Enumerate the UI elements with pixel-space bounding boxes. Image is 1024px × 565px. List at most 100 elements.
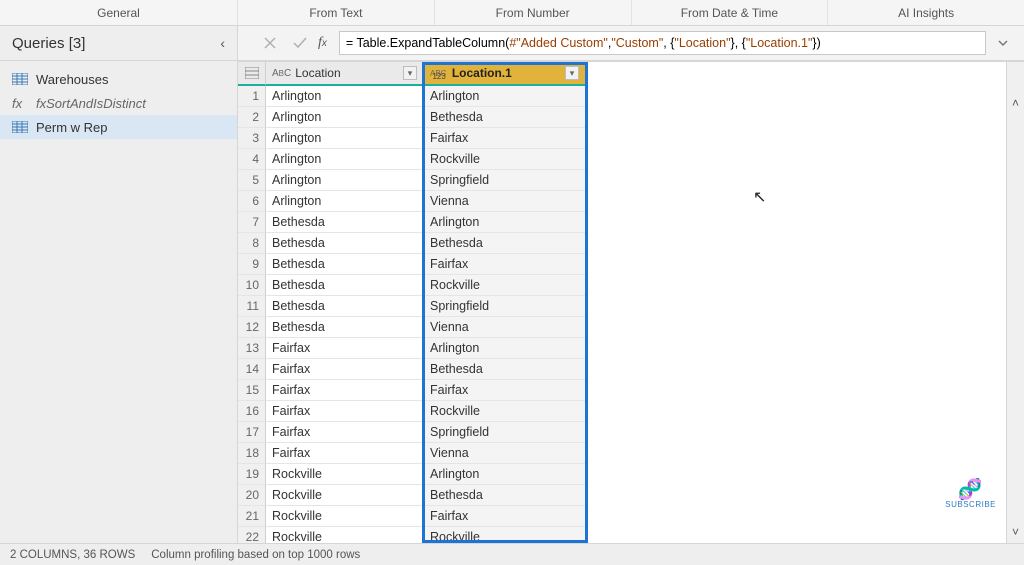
cell-location[interactable]: Fairfax: [266, 422, 424, 443]
ribbon-group-general[interactable]: General: [0, 0, 238, 25]
cell-location[interactable]: Bethesda: [266, 233, 424, 254]
cell-location1[interactable]: Bethesda: [424, 107, 586, 128]
cell-location[interactable]: Bethesda: [266, 212, 424, 233]
cell-location1[interactable]: Springfield: [424, 170, 586, 191]
ribbon-group-from-text[interactable]: From Text: [238, 0, 435, 25]
row-number[interactable]: 17: [238, 422, 266, 443]
row-number[interactable]: 20: [238, 485, 266, 506]
formula-input[interactable]: = Table.ExpandTableColumn( #"Added Custo…: [339, 31, 986, 55]
cell-location1[interactable]: Rockville: [424, 275, 586, 296]
row-number[interactable]: 2: [238, 107, 266, 128]
table-corner-button[interactable]: [238, 62, 266, 86]
query-item-fx[interactable]: fx fxSortAndIsDistinct: [0, 91, 237, 115]
column-header-location[interactable]: ABC Location ▾: [266, 62, 424, 86]
table-icon: [12, 121, 28, 133]
cell-location1[interactable]: Vienna: [424, 317, 586, 338]
cell-location[interactable]: Arlington: [266, 86, 424, 107]
cell-location[interactable]: Rockville: [266, 527, 424, 543]
column-filter-dropdown-icon[interactable]: ▾: [565, 66, 579, 80]
query-label: Perm w Rep: [36, 120, 108, 135]
queries-panel: Queries [3] ‹ Warehouses fx fxSortAndIsD…: [0, 26, 238, 543]
queries-title: Queries [3]: [12, 35, 85, 52]
cell-location[interactable]: Bethesda: [266, 275, 424, 296]
row-number[interactable]: 8: [238, 233, 266, 254]
vertical-scrollbar[interactable]: ˄ ˅: [1006, 62, 1024, 543]
cell-location1[interactable]: Arlington: [424, 338, 586, 359]
row-number[interactable]: 18: [238, 443, 266, 464]
row-number[interactable]: 10: [238, 275, 266, 296]
query-label: fxSortAndIsDistinct: [36, 96, 146, 111]
cell-location[interactable]: Bethesda: [266, 254, 424, 275]
row-number[interactable]: 11: [238, 296, 266, 317]
column-filter-dropdown-icon[interactable]: ▾: [403, 66, 417, 80]
column-header-location1[interactable]: ABC 123 Location.1 ▾: [424, 62, 586, 86]
collapse-pane-icon[interactable]: ‹: [220, 35, 225, 51]
cell-location1[interactable]: Bethesda: [424, 233, 586, 254]
cell-location1[interactable]: Springfield: [424, 296, 586, 317]
cell-location1[interactable]: Vienna: [424, 191, 586, 212]
cell-location[interactable]: Fairfax: [266, 401, 424, 422]
cell-location[interactable]: Rockville: [266, 506, 424, 527]
cell-location[interactable]: Arlington: [266, 149, 424, 170]
fx-label-icon: fx: [318, 35, 327, 51]
expand-formula-icon[interactable]: [992, 32, 1014, 54]
cell-location1[interactable]: Arlington: [424, 464, 586, 485]
row-number[interactable]: 3: [238, 128, 266, 149]
cell-location1[interactable]: Arlington: [424, 86, 586, 107]
cell-location[interactable]: Rockville: [266, 485, 424, 506]
cell-location[interactable]: Fairfax: [266, 359, 424, 380]
cancel-formula-icon[interactable]: [258, 31, 282, 55]
cell-location1[interactable]: Arlington: [424, 212, 586, 233]
query-item-warehouses[interactable]: Warehouses: [0, 67, 237, 91]
subscribe-badge[interactable]: 🧬 SUBSCRIBE: [945, 480, 996, 509]
cell-location[interactable]: Arlington: [266, 170, 424, 191]
cell-location[interactable]: Fairfax: [266, 380, 424, 401]
commit-formula-icon[interactable]: [288, 31, 312, 55]
row-number[interactable]: 9: [238, 254, 266, 275]
cell-location1[interactable]: Fairfax: [424, 254, 586, 275]
row-number[interactable]: 21: [238, 506, 266, 527]
ribbon-group-from-number[interactable]: From Number: [435, 0, 632, 25]
status-bar: 2 COLUMNS, 36 ROWS Column profiling base…: [0, 543, 1024, 565]
cell-location1[interactable]: Rockville: [424, 527, 586, 543]
table-icon: [12, 73, 28, 85]
cell-location1[interactable]: Fairfax: [424, 506, 586, 527]
scroll-down-icon[interactable]: ˅: [1012, 521, 1019, 543]
queries-list: Warehouses fx fxSortAndIsDistinct Perm w…: [0, 61, 237, 139]
ribbon-group-from-datetime[interactable]: From Date & Time: [632, 0, 829, 25]
ribbon-group-ai-insights[interactable]: AI Insights: [828, 0, 1024, 25]
cell-location1[interactable]: Bethesda: [424, 359, 586, 380]
cell-location1[interactable]: Fairfax: [424, 128, 586, 149]
cell-location1[interactable]: Vienna: [424, 443, 586, 464]
row-number[interactable]: 12: [238, 317, 266, 338]
cell-location[interactable]: Rockville: [266, 464, 424, 485]
row-number[interactable]: 6: [238, 191, 266, 212]
cell-location[interactable]: Arlington: [266, 107, 424, 128]
scroll-up-icon[interactable]: ˄: [1012, 92, 1019, 114]
row-number[interactable]: 22: [238, 527, 266, 543]
cell-location1[interactable]: Springfield: [424, 422, 586, 443]
row-number[interactable]: 5: [238, 170, 266, 191]
row-number[interactable]: 1: [238, 86, 266, 107]
cell-location1[interactable]: Rockville: [424, 401, 586, 422]
cell-location[interactable]: Fairfax: [266, 443, 424, 464]
row-number[interactable]: 4: [238, 149, 266, 170]
cell-location[interactable]: Arlington: [266, 128, 424, 149]
query-item-perm-w-rep[interactable]: Perm w Rep: [0, 115, 237, 139]
row-number[interactable]: 15: [238, 380, 266, 401]
cell-location[interactable]: Bethesda: [266, 317, 424, 338]
row-number[interactable]: 19: [238, 464, 266, 485]
row-number[interactable]: 16: [238, 401, 266, 422]
status-profiling: Column profiling based on top 1000 rows: [151, 549, 360, 561]
cell-location1[interactable]: Rockville: [424, 149, 586, 170]
column-name: Location: [295, 66, 340, 80]
row-number[interactable]: 7: [238, 212, 266, 233]
cell-location[interactable]: Arlington: [266, 191, 424, 212]
row-number[interactable]: 14: [238, 359, 266, 380]
data-grid[interactable]: ABC Location ▾ ABC 123 Location.1 ▾ 1Arl…: [238, 62, 586, 543]
cell-location[interactable]: Bethesda: [266, 296, 424, 317]
cell-location1[interactable]: Fairfax: [424, 380, 586, 401]
row-number[interactable]: 13: [238, 338, 266, 359]
cell-location[interactable]: Fairfax: [266, 338, 424, 359]
cell-location1[interactable]: Bethesda: [424, 485, 586, 506]
